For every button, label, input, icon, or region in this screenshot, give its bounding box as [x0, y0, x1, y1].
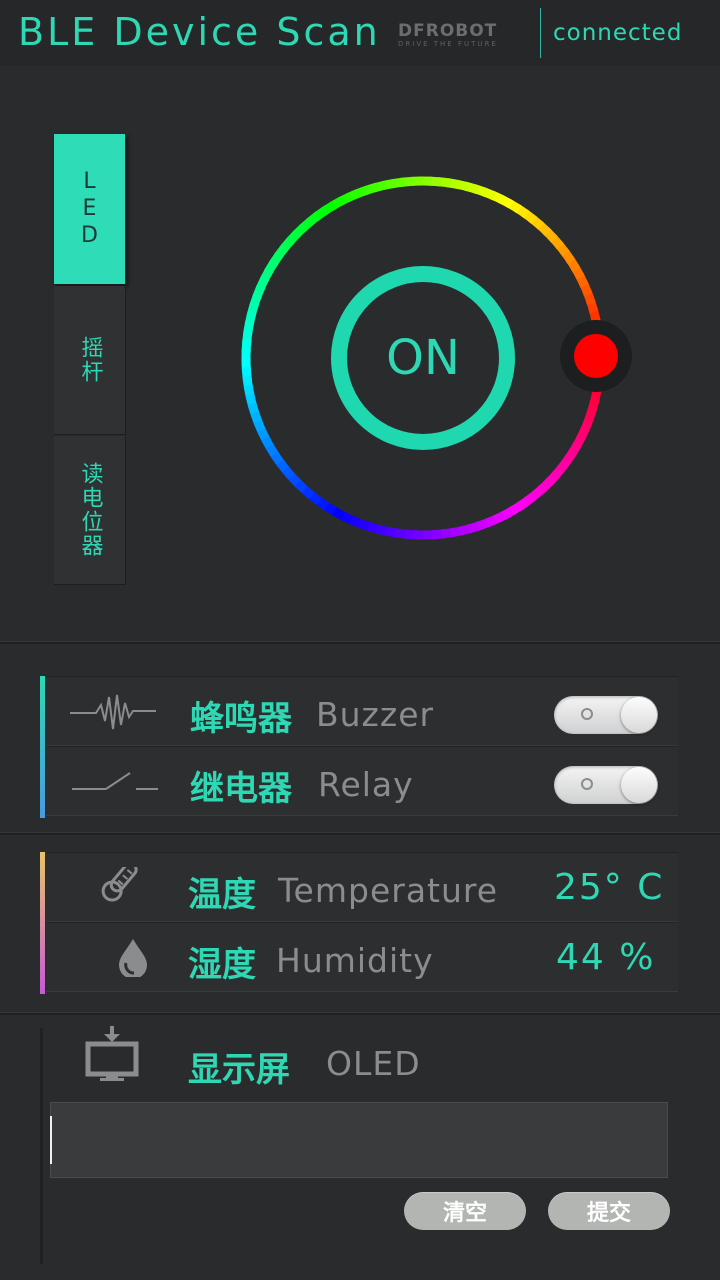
humidity-label-cn: 湿度 [188, 945, 256, 985]
section-divider [0, 641, 720, 644]
list-item-relay: 继电器 Relay [46, 746, 678, 816]
relay-label-cn: 继电器 [190, 769, 292, 809]
toggle-off-indicator [581, 778, 593, 790]
connection-status: connected [553, 20, 683, 46]
sensors-group: 温度 Temperature 25° C 湿度 Humidity 44 % [40, 852, 680, 994]
group-accent-bar [40, 676, 45, 818]
outputs-group: 蜂鸣器 Buzzer 继电器 Relay [40, 676, 680, 818]
clear-button[interactable]: 清空 [404, 1192, 526, 1230]
oled-label-cn: 显示屏 [188, 1050, 290, 1090]
toggle-off-indicator [581, 708, 593, 720]
buzzer-label-en: Buzzer [316, 695, 435, 734]
water-drop-icon [119, 939, 147, 977]
tab-potentiometer[interactable]: 读电位器 [54, 436, 126, 585]
list-item-humidity: 湿度 Humidity 44 % [46, 922, 678, 992]
app-header: BLE Device Scan DFROBOT DRIVE THE FUTURE… [0, 0, 720, 67]
section-divider [0, 832, 720, 835]
list-item-buzzer: 蜂鸣器 Buzzer [46, 676, 678, 746]
buzzer-label-cn: 蜂鸣器 [190, 699, 292, 739]
monitor-download-icon [85, 1026, 139, 1081]
tab-joystick[interactable]: 摇杆 [54, 286, 126, 435]
tab-led[interactable]: LED [54, 134, 126, 285]
header-divider [540, 8, 541, 58]
humidity-value: 44 % [556, 937, 656, 978]
oled-label-en: OLED [326, 1044, 421, 1083]
temperature-label-en: Temperature [278, 871, 499, 910]
oled-text-input[interactable] [50, 1102, 668, 1178]
app-title: BLE Device Scan [18, 10, 381, 54]
logo-tagline: DRIVE THE FUTURE [398, 40, 498, 48]
buzzer-icon [70, 694, 156, 730]
thermometer-icon [101, 867, 138, 902]
submit-button[interactable]: 提交 [548, 1192, 670, 1230]
section-divider [0, 1012, 720, 1015]
temperature-label-cn: 温度 [188, 875, 256, 915]
led-on-button[interactable]: ON [333, 268, 513, 448]
list-item-temperature: 温度 Temperature 25° C [46, 852, 678, 922]
relay-switch-icon [72, 772, 158, 790]
relay-toggle[interactable] [554, 766, 658, 804]
text-cursor [50, 1116, 52, 1164]
dfrobot-logo: DFROBOT DRIVE THE FUTURE [398, 22, 526, 48]
toggle-knob[interactable] [621, 767, 657, 803]
toggle-knob[interactable] [621, 697, 657, 733]
buzzer-toggle[interactable] [554, 696, 658, 734]
oled-accent-bar [40, 1028, 43, 1264]
relay-label-en: Relay [318, 765, 414, 804]
temperature-value: 25° C [554, 867, 665, 908]
group-accent-bar [40, 852, 45, 994]
logo-word: DFROBOT [398, 21, 498, 41]
humidity-label-en: Humidity [276, 941, 434, 980]
color-picker-handle[interactable] [574, 334, 618, 378]
